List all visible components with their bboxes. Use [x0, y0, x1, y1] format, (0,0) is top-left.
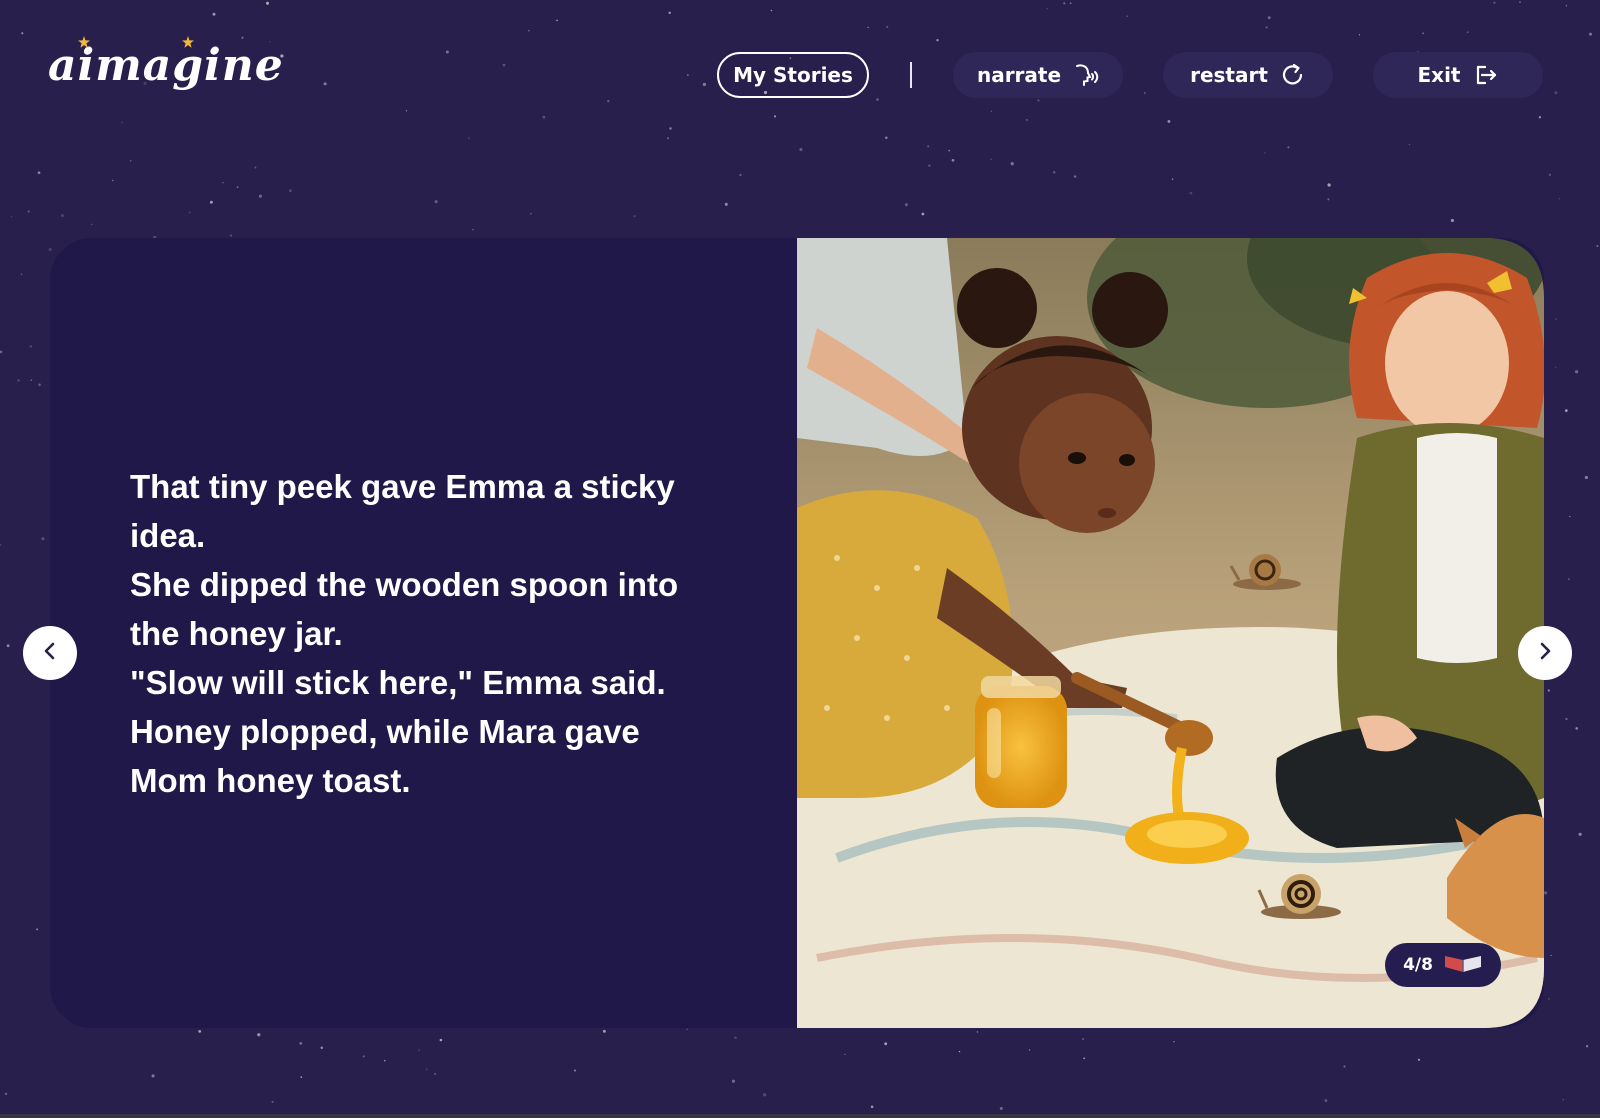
story-line: Mom honey toast.: [130, 762, 411, 799]
chevron-right-icon: [1533, 639, 1557, 667]
logout-icon: [1472, 62, 1498, 88]
speaking-head-icon: [1073, 62, 1099, 88]
star-icon: [78, 36, 90, 48]
story-card: That tiny peek gave Emma a sticky idea. …: [50, 238, 1544, 1028]
book-icon: [1443, 952, 1483, 979]
header-divider: [910, 62, 912, 88]
my-stories-label: My Stories: [733, 63, 853, 87]
story-line: That tiny peek gave Emma a sticky: [130, 468, 675, 505]
narrate-label: narrate: [976, 63, 1062, 87]
story-line: Honey plopped, while Mara gave: [130, 713, 640, 750]
exit-button[interactable]: Exit: [1373, 52, 1543, 98]
my-stories-button[interactable]: My Stories: [717, 52, 869, 98]
page-indicator: 4/8: [1385, 943, 1501, 987]
refresh-icon: [1280, 62, 1306, 88]
story-line: She dipped the wooden spoon into: [130, 566, 679, 603]
story-line: the honey jar.: [130, 615, 343, 652]
narrate-button[interactable]: narrate: [953, 52, 1123, 98]
next-page-button[interactable]: [1518, 626, 1572, 680]
bottom-edge: [0, 1114, 1600, 1118]
story-text: That tiny peek gave Emma a sticky idea. …: [130, 462, 730, 805]
story-line: idea.: [130, 517, 206, 554]
restart-label: restart: [1190, 63, 1268, 87]
chevron-left-icon: [38, 639, 62, 667]
app-logo[interactable]: aimagine: [48, 36, 283, 116]
restart-button[interactable]: restart: [1163, 52, 1333, 98]
story-line: "Slow will stick here," Emma said.: [130, 664, 666, 701]
story-illustration: [797, 238, 1544, 1028]
exit-label: Exit: [1417, 63, 1461, 87]
star-icon: [182, 36, 194, 48]
previous-page-button[interactable]: [23, 626, 77, 680]
page-indicator-text: 4/8: [1403, 955, 1433, 975]
